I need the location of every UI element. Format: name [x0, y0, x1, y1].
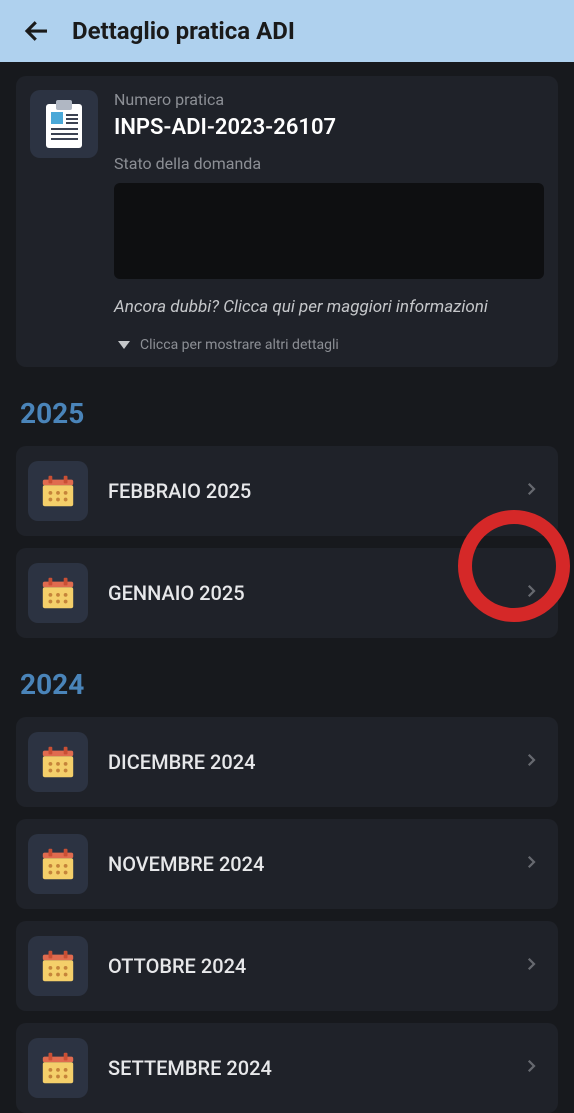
calendar-icon	[39, 1049, 77, 1087]
month-label: GENNAIO 2025	[108, 581, 522, 605]
practice-card: Numero pratica INPS-ADI-2023-26107 Stato…	[16, 76, 558, 367]
practice-status-redacted	[114, 183, 544, 279]
chevron-right-icon	[522, 955, 540, 977]
year-heading: 2024	[20, 668, 558, 701]
practice-card-body: Numero pratica INPS-ADI-2023-26107 Stato…	[114, 90, 544, 353]
month-item-novembre-2024[interactable]: NOVEMBRE 2024	[16, 819, 558, 909]
month-label: DICEMBRE 2024	[108, 750, 522, 774]
month-label: NOVEMBRE 2024	[108, 852, 522, 876]
more-info-link[interactable]: Ancora dubbi? Clicca qui per maggiori in…	[114, 297, 544, 317]
calendar-icon	[39, 845, 77, 883]
expand-details-label: Clicca per mostrare altri dettagli	[140, 337, 339, 353]
practice-icon-box	[30, 90, 98, 158]
chevron-right-icon	[522, 582, 540, 604]
calendar-icon	[39, 472, 77, 510]
chevron-right-icon	[522, 853, 540, 875]
app-header: Dettaglio pratica ADI	[0, 0, 574, 62]
month-item-febbraio-2025[interactable]: FEBBRAIO 2025	[16, 446, 558, 536]
calendar-icon	[39, 743, 77, 781]
year-heading: 2025	[20, 397, 558, 430]
calendar-icon	[39, 574, 77, 612]
triangle-down-icon	[118, 341, 130, 349]
expand-details-button[interactable]: Clicca per mostrare altri dettagli	[114, 337, 544, 353]
chevron-right-icon	[522, 751, 540, 773]
content-area: Numero pratica INPS-ADI-2023-26107 Stato…	[0, 62, 574, 1113]
month-label: OTTOBRE 2024	[108, 954, 522, 978]
chevron-right-icon	[522, 1057, 540, 1079]
practice-number-label: Numero pratica	[114, 90, 544, 109]
month-item-dicembre-2024[interactable]: DICEMBRE 2024	[16, 717, 558, 807]
month-icon-box	[28, 936, 88, 996]
month-item-ottobre-2024[interactable]: OTTOBRE 2024	[16, 921, 558, 1011]
page-title: Dettaglio pratica ADI	[72, 17, 295, 45]
month-icon-box	[28, 732, 88, 792]
practice-status-label: Stato della domanda	[114, 154, 544, 173]
clipboard-icon	[42, 98, 86, 150]
month-icon-box	[28, 1038, 88, 1098]
calendar-icon	[39, 947, 77, 985]
month-label: FEBBRAIO 2025	[108, 479, 522, 503]
month-icon-box	[28, 834, 88, 894]
arrow-left-icon	[22, 16, 52, 46]
month-item-settembre-2024[interactable]: SETTEMBRE 2024	[16, 1023, 558, 1113]
back-button[interactable]	[16, 10, 58, 52]
month-label: SETTEMBRE 2024	[108, 1056, 522, 1080]
month-icon-box	[28, 563, 88, 623]
chevron-right-icon	[522, 480, 540, 502]
month-item-gennaio-2025[interactable]: GENNAIO 2025	[16, 548, 558, 638]
practice-number-value: INPS-ADI-2023-26107	[114, 115, 544, 140]
month-icon-box	[28, 461, 88, 521]
